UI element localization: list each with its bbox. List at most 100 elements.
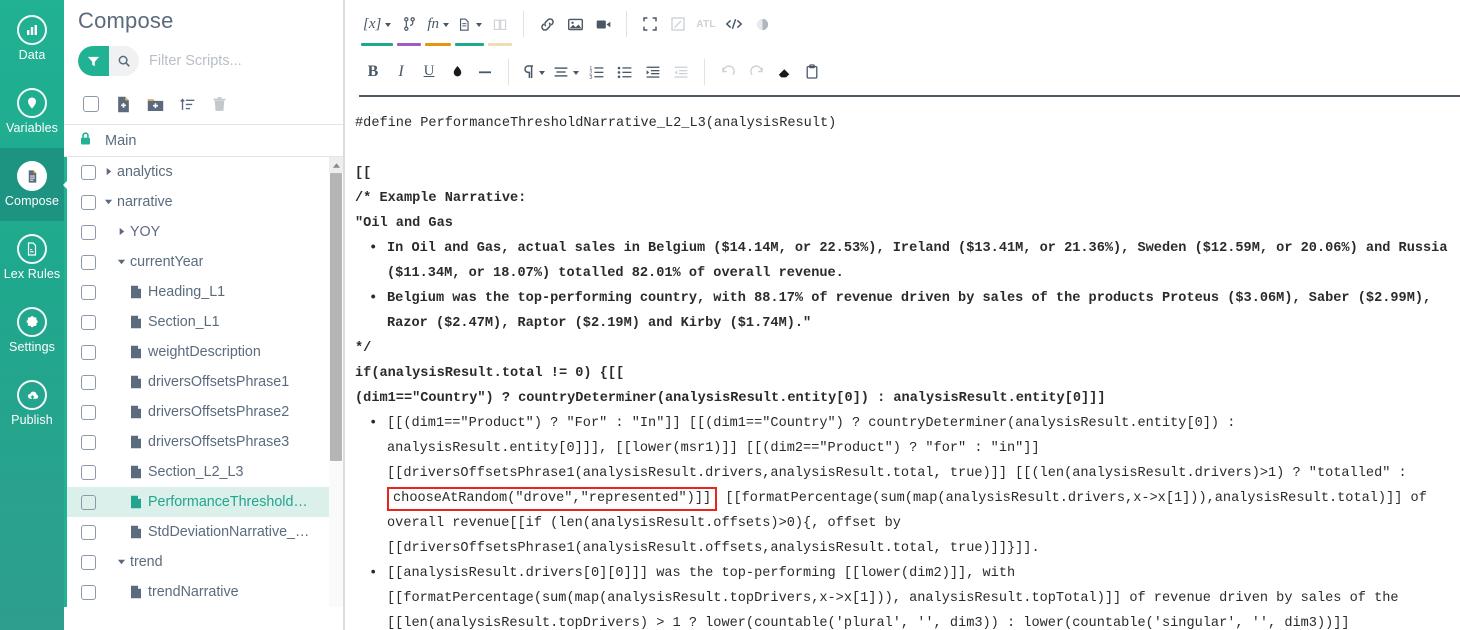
- tree-item-driversoffsetsphrase2[interactable]: driversOffsetsPhrase2: [64, 397, 329, 427]
- bold-glyph: B: [368, 63, 379, 81]
- tree-item-label: YOY: [130, 224, 160, 240]
- tree-item-checkbox[interactable]: [81, 225, 96, 240]
- tree-item-checkbox[interactable]: [81, 195, 96, 210]
- chevron-down-icon[interactable]: [117, 257, 130, 268]
- tree-item-checkbox[interactable]: [81, 345, 96, 360]
- tree-item-checkbox[interactable]: [81, 555, 96, 570]
- new-script-button[interactable]: [110, 91, 136, 117]
- tree-item-checkbox[interactable]: [81, 165, 96, 180]
- tree-item-checkbox[interactable]: [81, 405, 96, 420]
- chevron-down-icon[interactable]: [117, 557, 130, 568]
- book-button[interactable]: [486, 7, 514, 41]
- code-button[interactable]: [720, 7, 748, 41]
- scroll-up-arrow-icon[interactable]: [329, 157, 343, 173]
- tree-item-checkbox[interactable]: [81, 375, 96, 390]
- rail-item-publish[interactable]: Publish: [0, 367, 64, 440]
- sort-button[interactable]: [174, 91, 200, 117]
- tree-item-label: Section_L2_L3: [148, 464, 243, 480]
- rail-item-compose[interactable]: Compose: [0, 148, 64, 221]
- chevron-right-icon[interactable]: [104, 167, 117, 178]
- indent-button[interactable]: [639, 55, 667, 89]
- tree-root-row[interactable]: Main: [64, 125, 343, 157]
- function-button[interactable]: fn: [423, 7, 453, 41]
- book-underline: [488, 43, 512, 46]
- svg-text:3: 3: [589, 74, 592, 79]
- atl-button[interactable]: ATL: [692, 7, 720, 41]
- rail-item-lex-rules[interactable]: Lex Rules: [0, 221, 64, 294]
- delete-button[interactable]: [206, 91, 232, 117]
- rail-item-data[interactable]: Data: [0, 2, 64, 75]
- tree-item-headingl1[interactable]: Heading_L1: [64, 277, 329, 307]
- video-button[interactable]: [589, 7, 617, 41]
- tree-item-driversoffsetsphrase1[interactable]: driversOffsetsPhrase1: [64, 367, 329, 397]
- tree-item-trendnarrative[interactable]: trendNarrative: [64, 577, 329, 607]
- file-icon: [130, 375, 142, 389]
- tree-item-label: trend: [130, 554, 163, 570]
- gear-icon: [17, 307, 47, 337]
- edit-box-button[interactable]: [664, 7, 692, 41]
- funnel-icon[interactable]: [78, 46, 109, 76]
- tree-item-checkbox[interactable]: [81, 255, 96, 270]
- file-plus-icon: [114, 95, 133, 114]
- tree-item-checkbox[interactable]: [81, 315, 96, 330]
- tree-item-checkbox[interactable]: [81, 435, 96, 450]
- tree-item-checkbox[interactable]: [81, 495, 96, 510]
- link-button[interactable]: [533, 7, 561, 41]
- rail-item-variables[interactable]: Variables: [0, 75, 64, 148]
- tree-item-analytics[interactable]: analytics: [64, 157, 329, 187]
- code-narrative-list: [[(dim1=="Product") ? "For" : "In"]] [[(…: [355, 411, 1450, 630]
- underline-button[interactable]: U: [415, 55, 443, 89]
- clear-format-button[interactable]: [770, 55, 798, 89]
- tree-item-checkbox[interactable]: [81, 525, 96, 540]
- align-button[interactable]: [549, 55, 583, 89]
- tree-item-label: Section_L1: [148, 314, 220, 330]
- chevron-down-icon: [476, 23, 482, 27]
- ordered-list-button[interactable]: 123: [583, 55, 611, 89]
- script-button[interactable]: [453, 7, 486, 41]
- variable-button[interactable]: [x]: [359, 7, 395, 41]
- tree-item-trend[interactable]: trend: [64, 547, 329, 577]
- doc-blank-line: [355, 136, 1450, 161]
- contrast-button[interactable]: [748, 7, 776, 41]
- tree-item-sectionl2l3[interactable]: Section_L2_L3: [64, 457, 329, 487]
- fullscreen-button[interactable]: [636, 7, 664, 41]
- chevron-down-icon[interactable]: [104, 197, 117, 208]
- select-all-checkbox[interactable]: [78, 91, 104, 117]
- tree-item-sectionl1[interactable]: Section_L1: [64, 307, 329, 337]
- rail-label-lex-rules: Lex Rules: [4, 267, 61, 281]
- filter-scripts-input[interactable]: [139, 53, 319, 69]
- tree-item-performancethreshold[interactable]: PerformanceThreshold…: [64, 487, 329, 517]
- tree-item-yoy[interactable]: YOY: [64, 217, 329, 247]
- tree-item-currentyear[interactable]: currentYear: [64, 247, 329, 277]
- rail-item-settings[interactable]: Settings: [0, 294, 64, 367]
- tree-scrollbar-thumb[interactable]: [330, 173, 342, 461]
- outdent-button[interactable]: [667, 55, 695, 89]
- unordered-list-button[interactable]: [611, 55, 639, 89]
- bold-button[interactable]: B: [359, 55, 387, 89]
- horizontal-rule-button[interactable]: [471, 55, 499, 89]
- tree-item-checkbox[interactable]: [81, 465, 96, 480]
- undo-button[interactable]: [714, 55, 742, 89]
- paste-button[interactable]: [798, 55, 826, 89]
- chevron-right-icon[interactable]: [117, 227, 130, 238]
- align-icon: [553, 64, 569, 80]
- new-folder-button[interactable]: [142, 91, 168, 117]
- document-icon: [17, 161, 47, 191]
- tree-scrollbar[interactable]: [329, 157, 343, 607]
- script-document[interactable]: #define PerformanceThresholdNarrative_L2…: [345, 97, 1460, 630]
- indent-icon: [645, 64, 661, 80]
- redo-button[interactable]: [742, 55, 770, 89]
- tree-item-checkbox[interactable]: [81, 285, 96, 300]
- tree-item-narrative[interactable]: narrative: [64, 187, 329, 217]
- tree-item-stddeviationnarrative[interactable]: StdDeviationNarrative_…: [64, 517, 329, 547]
- paragraph-button[interactable]: [518, 55, 549, 89]
- tree-item-driversoffsetsphrase3[interactable]: driversOffsetsPhrase3: [64, 427, 329, 457]
- branch-button[interactable]: [395, 7, 423, 41]
- text-color-button[interactable]: [443, 55, 471, 89]
- image-button[interactable]: [561, 7, 589, 41]
- tree-item-weightdescription[interactable]: weightDescription: [64, 337, 329, 367]
- italic-button[interactable]: I: [387, 55, 415, 89]
- file-icon: [130, 585, 142, 599]
- search-icon[interactable]: [109, 46, 139, 76]
- tree-item-checkbox[interactable]: [81, 585, 96, 600]
